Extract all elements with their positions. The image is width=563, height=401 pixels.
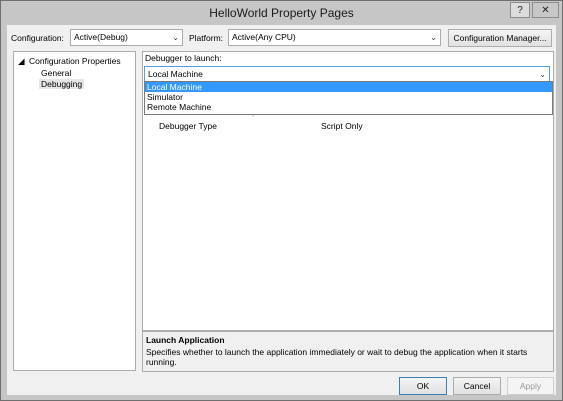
chevron-down-icon: ⌄ — [172, 33, 179, 42]
property-name: Debugger Type — [159, 121, 217, 131]
apply-button[interactable]: Apply — [507, 377, 554, 395]
category-tree: ◢ Configuration Properties General Debug… — [13, 51, 136, 371]
tree-expand-icon[interactable]: ◢ — [18, 56, 25, 67]
help-icon: ? — [517, 5, 523, 16]
debugger-label: Debugger to launch: — [145, 53, 222, 63]
dropdown-option-local-machine[interactable]: Local Machine — [145, 82, 552, 92]
property-value[interactable]: Script Only — [321, 121, 363, 131]
debugger-value: Local Machine — [148, 69, 203, 79]
ok-button[interactable]: OK — [399, 377, 447, 395]
cancel-button[interactable]: Cancel — [453, 377, 501, 395]
close-icon: ✕ — [541, 5, 550, 16]
help-button[interactable]: ? — [510, 2, 530, 18]
title-bar: HelloWorld Property Pages ? ✕ — [1, 1, 562, 25]
chevron-down-icon: ⌄ — [430, 33, 437, 42]
dialog-window: HelloWorld Property Pages ? ✕ Configurat… — [0, 0, 563, 401]
configuration-combo[interactable]: Active(Debug) ⌄ — [70, 29, 183, 46]
configuration-label: Configuration: — [11, 33, 64, 43]
configuration-value: Active(Debug) — [74, 32, 128, 42]
description-text: Specifies whether to launch the applicat… — [146, 347, 528, 367]
close-button[interactable]: ✕ — [532, 2, 559, 18]
dropdown-option-remote-machine[interactable]: Remote Machine — [145, 102, 552, 112]
description-panel: Launch Application Specifies whether to … — [142, 331, 554, 372]
tree-item-debugging[interactable]: Debugging — [39, 79, 85, 89]
tree-item-general[interactable]: General — [41, 68, 71, 78]
window-title: HelloWorld Property Pages — [209, 6, 354, 20]
debugger-dropdown-list: Local Machine Simulator Remote Machine — [144, 81, 553, 115]
description-title: Launch Application — [146, 335, 225, 345]
tree-item-configuration-properties[interactable]: Configuration Properties — [29, 56, 121, 66]
platform-value: Active(Any CPU) — [232, 32, 296, 42]
dropdown-option-simulator[interactable]: Simulator — [145, 92, 552, 102]
dialog-client-area: Configuration: Active(Debug) ⌄ Platform:… — [7, 25, 556, 395]
platform-label: Platform: — [189, 33, 224, 43]
configuration-manager-button[interactable]: Configuration Manager... — [448, 29, 552, 47]
platform-combo[interactable]: Active(Any CPU) ⌄ — [228, 29, 441, 46]
chevron-down-icon: ⌄ — [539, 70, 546, 79]
